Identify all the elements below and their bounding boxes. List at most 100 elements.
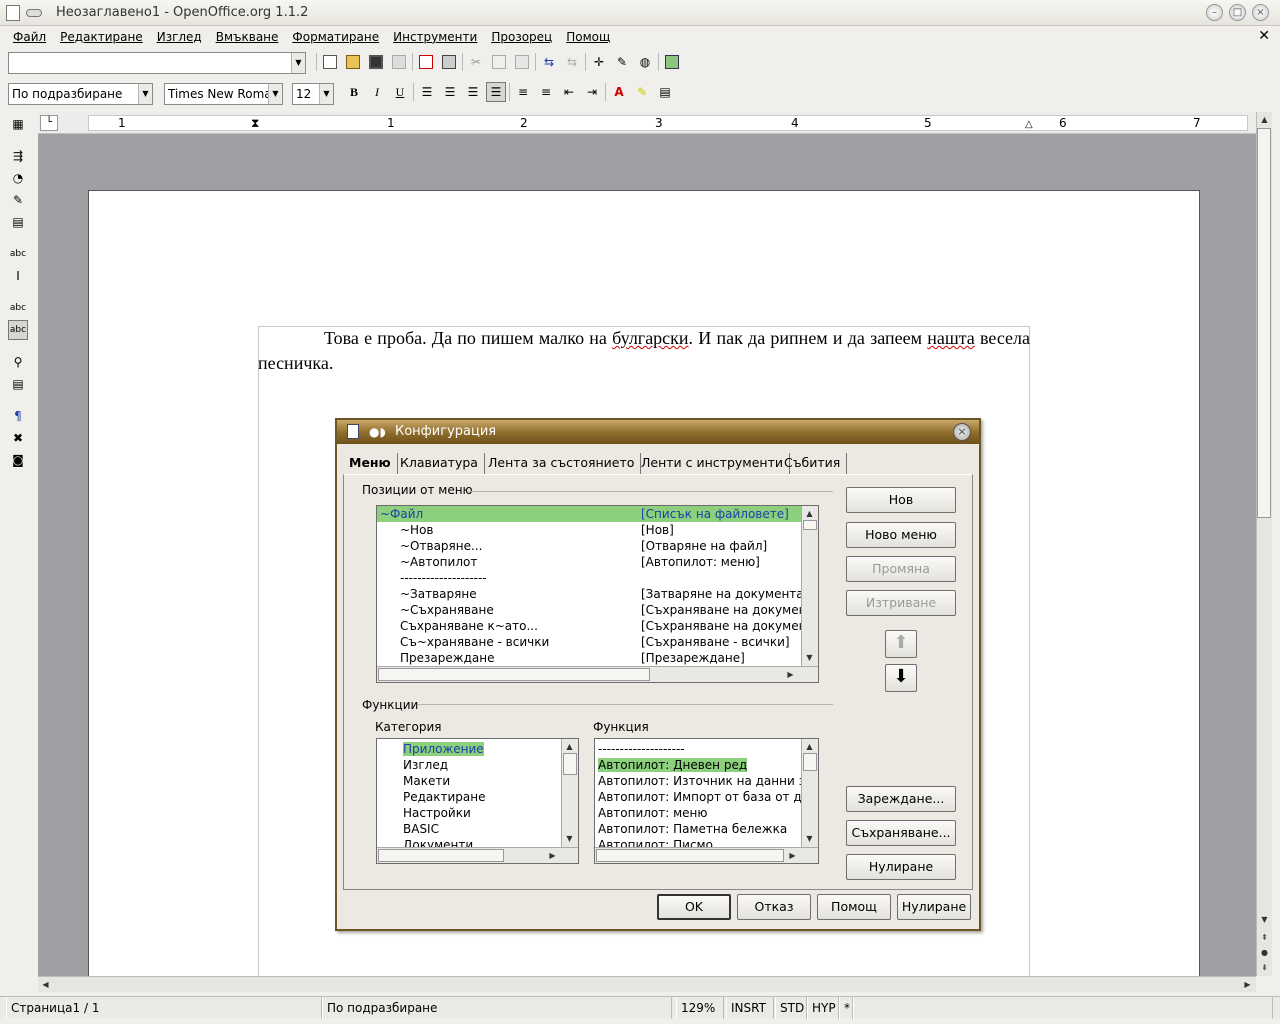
justify-icon[interactable]: ☰ <box>486 82 506 102</box>
menu-view[interactable]: Изглед <box>150 30 209 44</box>
increase-indent-icon[interactable]: ⇥ <box>582 82 602 102</box>
graphics-off-icon[interactable]: ✖ <box>8 428 28 448</box>
scroll-right-icon[interactable]: ▶ <box>1240 977 1255 992</box>
align-center-icon[interactable]: ☰ <box>440 82 460 102</box>
scroll-up-icon[interactable]: ▲ <box>802 506 817 521</box>
url-combo[interactable]: ▼ <box>8 52 306 74</box>
datasources-icon[interactable]: ◍ <box>635 52 655 72</box>
close-document-icon[interactable]: ✕ <box>1258 28 1270 44</box>
document-text[interactable]: Това е проба. Да по пишем малко на булга… <box>258 326 1030 376</box>
auto-spellcheck-on-icon[interactable]: abc <box>8 320 28 340</box>
minimize-icon[interactable]: – <box>1206 4 1223 21</box>
menu-insert[interactable]: Вмъкване <box>209 30 286 44</box>
category-item[interactable]: BASIC <box>403 821 578 837</box>
scroll-right-icon[interactable]: ▶ <box>785 848 800 863</box>
open-folder-icon[interactable] <box>343 52 363 72</box>
next-page-icon[interactable]: ⇟ <box>1257 960 1272 975</box>
new-button[interactable]: Нов <box>846 487 956 513</box>
stylist-icon[interactable]: ✎ <box>612 52 632 72</box>
save-button[interactable]: Съхраняване... <box>846 820 956 846</box>
reset-button[interactable]: Нулиране <box>846 854 956 880</box>
move-down-icon[interactable]: ⬇ <box>885 664 917 692</box>
help-button[interactable]: Помощ <box>817 894 891 920</box>
list-item[interactable]: ~Файл [Списък на файловете] <box>377 506 801 522</box>
list-item[interactable]: ~Автопилот [Автопилот: меню] <box>377 554 801 570</box>
menu-file[interactable]: Файл <box>6 30 53 44</box>
status-hyperlink-mode[interactable]: HYP <box>807 997 839 1019</box>
category-list[interactable]: Приложение Изглед Макети Редактиране Настрой… <box>376 738 579 864</box>
insert-objects-icon[interactable]: ◔ <box>8 168 28 188</box>
list-item[interactable]: ~Отваряне... [Отваряне на файл] <box>377 538 801 554</box>
scroll-thumb[interactable] <box>563 753 577 775</box>
tab-toolbars[interactable]: Ленти с инструменти <box>635 453 790 475</box>
font-name-combo[interactable]: Times New Roma ▼ <box>164 83 283 105</box>
tab-keyboard[interactable]: Клавиатура <box>394 453 485 475</box>
scroll-right-icon[interactable]: ▶ <box>545 848 560 863</box>
italic-icon[interactable]: I <box>367 82 387 102</box>
status-page[interactable]: Страница1 / 1 <box>6 997 322 1019</box>
misspelled-word[interactable]: нашта <box>927 328 975 348</box>
nonprinting-chars-icon[interactable]: ¶ <box>8 406 28 426</box>
menu-entries-list[interactable]: ~Файл [Списък на файловете] ~Нов [Нов] ~Отва… <box>376 505 819 683</box>
cancel-button[interactable]: Отказ <box>737 894 811 920</box>
document-icon[interactable] <box>6 4 20 21</box>
chevron-down-icon[interactable]: ▼ <box>268 84 282 104</box>
scroll-thumb[interactable] <box>803 520 817 530</box>
delete-button[interactable]: Изтриване <box>846 590 956 616</box>
status-zoom[interactable]: 129% <box>676 997 724 1019</box>
tab-menu[interactable]: Меню <box>343 453 398 475</box>
scroll-up-icon[interactable]: ▲ <box>562 739 577 754</box>
gallery-icon[interactable] <box>662 52 682 72</box>
insert-table-icon[interactable]: ▦ <box>8 114 28 134</box>
horizontal-scrollbar[interactable]: ▶ <box>377 666 818 682</box>
print-icon[interactable] <box>439 52 459 72</box>
tab-statusbar[interactable]: Лента за състоянието <box>482 453 642 475</box>
cut-icon[interactable]: ✂ <box>466 52 486 72</box>
font-size-combo[interactable]: 12 ▼ <box>292 83 334 105</box>
misspelled-word[interactable]: булгарски <box>612 328 688 348</box>
function-item[interactable]: Автопилот: Дневен ред <box>598 757 818 773</box>
scroll-up-icon[interactable]: ▲ <box>802 739 817 754</box>
auto-spellcheck-icon[interactable]: abc <box>8 298 28 318</box>
tab-events[interactable]: Събития <box>778 453 848 475</box>
category-item[interactable]: Макети <box>403 773 578 789</box>
navigator-icon[interactable]: ✛ <box>589 52 609 72</box>
copy-icon[interactable] <box>489 52 509 72</box>
bullets-icon[interactable]: ≡ <box>536 82 556 102</box>
online-layout-icon[interactable]: ◙ <box>8 450 28 470</box>
edit-file-icon[interactable] <box>389 52 409 72</box>
underline-icon[interactable]: U <box>390 82 410 102</box>
menu-window[interactable]: Прозорец <box>484 30 559 44</box>
paragraph-style-combo[interactable]: По подразбиране ▼ <box>8 83 153 105</box>
load-button[interactable]: Зареждане... <box>846 786 956 812</box>
align-left-icon[interactable]: ☰ <box>417 82 437 102</box>
save-icon[interactable] <box>366 52 386 72</box>
reset-all-button[interactable]: Нулиране <box>897 894 971 920</box>
draw-functions-icon[interactable]: ✎ <box>8 190 28 210</box>
vertical-scrollbar[interactable]: ▲ ▼ <box>801 506 818 666</box>
function-item[interactable]: Автопилот: Паметна бележка <box>598 821 818 837</box>
numbering-icon[interactable]: ≡ <box>513 82 533 102</box>
font-color-icon[interactable]: A <box>609 82 629 102</box>
list-item[interactable]: ~Нов [Нов] <box>377 522 801 538</box>
horizontal-scrollbar[interactable]: ▶ <box>377 847 578 863</box>
scroll-down-icon[interactable]: ▼ <box>802 831 817 846</box>
list-item[interactable]: ~Съхраняване [Съхраняване на документ] <box>377 602 818 618</box>
list-item[interactable]: -------------------- <box>377 570 801 586</box>
navigation-icon[interactable]: ● <box>1257 945 1272 960</box>
category-item[interactable]: Изглед <box>403 757 578 773</box>
scroll-thumb[interactable] <box>803 753 817 771</box>
scroll-thumb[interactable] <box>596 849 784 862</box>
horizontal-scrollbar[interactable]: ▶ <box>595 847 818 863</box>
function-list[interactable]: -------------------- Автопилот: Дневен ре… <box>594 738 819 864</box>
maximize-icon[interactable]: □ <box>1229 4 1246 21</box>
status-page-style[interactable]: По подразбиране <box>322 997 672 1019</box>
export-pdf-icon[interactable] <box>416 52 436 72</box>
close-icon[interactable]: × <box>1252 4 1269 21</box>
previous-page-icon[interactable]: ⇞ <box>1257 930 1272 945</box>
chevron-down-icon[interactable]: ▼ <box>291 53 305 73</box>
list-item[interactable]: Съхраняване к~ато... [Съхраняване на доку… <box>377 618 813 634</box>
menu-edit[interactable]: Редактиране <box>53 30 150 44</box>
menu-format[interactable]: Форматиране <box>285 30 386 44</box>
datasource-icon[interactable]: ▤ <box>8 374 28 394</box>
